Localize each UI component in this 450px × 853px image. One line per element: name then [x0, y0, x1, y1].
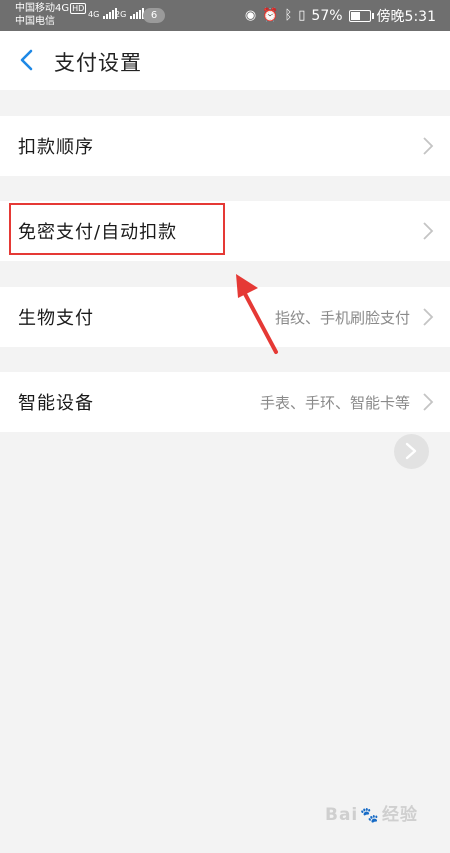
paw-icon: 🐾 — [360, 806, 380, 824]
chevron-right-icon — [422, 307, 434, 327]
highlight-box — [9, 203, 225, 255]
carrier-info: 中国移动4G HD 中国电信 — [15, 2, 87, 28]
signal-bars-icon — [129, 8, 144, 19]
notification-count-badge: 6 — [143, 8, 165, 23]
eye-icon: ◉ — [244, 8, 257, 23]
page-title: 支付设置 — [54, 51, 142, 75]
status-icons: ◉ ⏰ ᛒ ▯ 57% 傍晚5:31 — [245, 6, 436, 26]
vibrate-icon: ▯ — [298, 8, 306, 23]
chevron-right-icon — [422, 136, 434, 156]
bluetooth-icon: ᛒ — [284, 8, 293, 23]
clock: 傍晚5:31 — [376, 9, 436, 25]
settings-item-label: 生物支付 — [18, 308, 94, 329]
chevron-right-icon — [422, 392, 434, 412]
watermark-text-left: Bai — [325, 805, 359, 825]
hd-badge: HD — [70, 3, 87, 14]
settings-item-deduction-order[interactable]: 扣款顺序 — [0, 116, 450, 176]
settings-item-biometric-payment[interactable]: 生物支付 指纹、手机刷脸支付 — [0, 287, 450, 347]
status-bar: 中国移动4G HD 中国电信 4G 2G 6 ◉ ⏰ ᛒ ▯ 57% 傍晚5:31 — [0, 0, 450, 31]
carrier2-label: 中国电信 — [15, 16, 55, 27]
signal-strength-2: 2G — [115, 8, 144, 19]
chevron-right-icon — [405, 442, 417, 460]
chevron-left-icon — [20, 49, 33, 71]
navigation-bar: 支付设置 — [0, 31, 450, 90]
watermark-text-right: 经验 — [381, 805, 418, 825]
floating-next-button[interactable] — [394, 434, 429, 469]
alarm-icon: ⏰ — [262, 8, 279, 23]
back-button[interactable] — [12, 45, 42, 75]
settings-item-label: 扣款顺序 — [18, 137, 94, 158]
signal1-type: 4G — [88, 10, 100, 19]
settings-item-value: 手表、手环、智能卡等 — [259, 394, 410, 412]
battery-icon — [348, 10, 374, 22]
signal2-type: 2G — [115, 10, 127, 19]
chevron-right-icon — [422, 221, 434, 241]
signal-strength-1: 4G — [88, 8, 117, 19]
carrier1-label: 中国移动4G — [15, 3, 70, 14]
annotation-arrow-icon — [236, 274, 278, 354]
settings-item-value: 指纹、手机刷脸支付 — [274, 309, 410, 327]
battery-percent: 57% — [311, 8, 343, 24]
settings-item-smart-devices[interactable]: 智能设备 手表、手环、智能卡等 — [0, 372, 450, 432]
watermark-logo: Bai 🐾 经验 — [325, 800, 418, 825]
battery-fill — [350, 12, 360, 20]
settings-item-label: 智能设备 — [18, 393, 94, 414]
